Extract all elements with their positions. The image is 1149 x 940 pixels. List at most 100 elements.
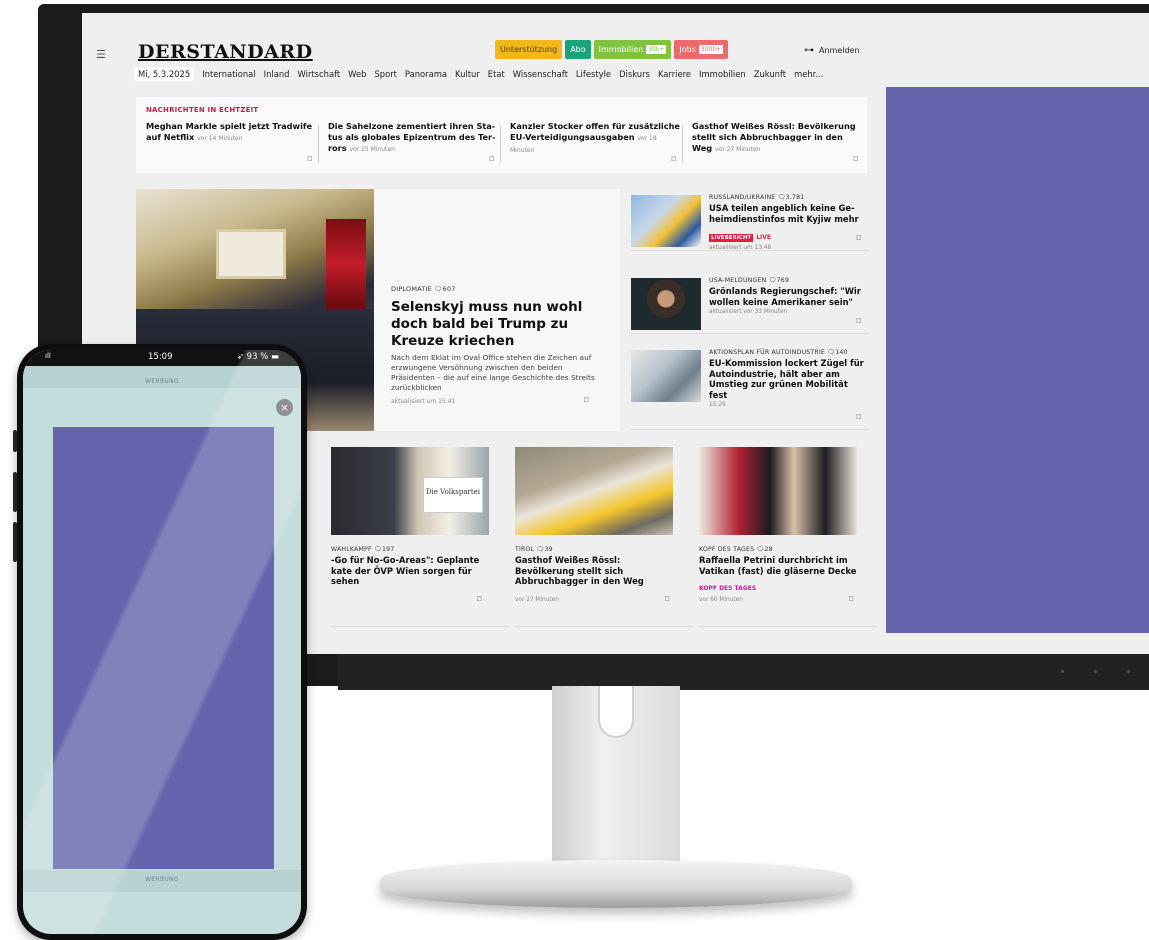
side-headline: EU-Kommission lockert Zügel für Autoindu…	[709, 358, 864, 400]
article-card[interactable]: KOPF DES TAGES 🗨28 Raffaella Petrini dur…	[699, 447, 877, 627]
bookmark-icon[interactable]: ⌑	[853, 155, 858, 165]
pill-label: Jobs	[679, 45, 696, 54]
pill-immobilien[interactable]: Immobilien 30k+	[593, 40, 672, 59]
battery-level: 93 %	[246, 352, 269, 362]
ticker-time: vor 14 Minuten	[197, 135, 243, 142]
pill-unterstuetzung[interactable]: Unterstützung	[495, 40, 563, 59]
phone-ad[interactable]	[53, 427, 274, 869]
hero-kicker: DIPLOMATIE 🗨607	[391, 285, 456, 293]
chevron-down-icon[interactable]: ⌄	[280, 46, 288, 57]
battery-icon: ➶ 93 % ▬	[236, 352, 279, 362]
pill-tag: 3000+	[698, 45, 724, 54]
nav-item[interactable]: Immobilien	[699, 67, 746, 81]
article-card[interactable]: TIROL 🗨39 Gasthof Weißes Rössl: Bevölker…	[515, 447, 693, 627]
nav-item[interactable]: Inland	[264, 67, 290, 81]
nav-item[interactable]: Sport	[374, 67, 396, 81]
card-time: vor 60 Minuten	[699, 597, 743, 603]
nav-date: Mi, 5.3.2025	[134, 67, 195, 81]
nav-item[interactable]: Zukunft	[754, 67, 786, 81]
bookmark-icon[interactable]: ⌑	[584, 396, 589, 406]
side-time: 15:29	[709, 402, 726, 408]
nav-item[interactable]: Etat	[488, 67, 505, 81]
phone-button	[13, 472, 17, 512]
hero-teaser: Nach dem Eklat im Oval Office stehen die…	[391, 353, 595, 392]
side-headline: Grönlands Regierungschef: "Wir wollen ke…	[709, 286, 861, 307]
phone-button	[13, 522, 17, 562]
pill-label: Abo	[570, 45, 586, 54]
live-label: LIVE	[756, 234, 771, 241]
service-pills: Unterstützung Abo Immobilien 30k+ Jobs 300…	[495, 40, 729, 59]
nav-item[interactable]: Wirtschaft	[298, 67, 341, 81]
fireplace-shape	[216, 229, 286, 279]
bookmark-icon[interactable]: ⌑	[671, 155, 676, 165]
pill-label: Immobilien	[598, 45, 644, 54]
login-button[interactable]: ⊶ Anmelden	[804, 45, 860, 56]
bookmark-icon[interactable]: ⌑	[307, 155, 312, 165]
stand-cutout	[598, 686, 634, 738]
bookmark-icon[interactable]: ⌑	[856, 413, 861, 423]
side-time: aktualisiert um 13:48	[709, 245, 772, 251]
divider	[500, 125, 501, 163]
side-thumbnail	[631, 195, 701, 247]
ticker-title: NACHRICHTEN IN ECHTZEIT	[146, 106, 259, 114]
side-article[interactable]: USA-MELDUNGEN 🗨769 Grönlands Regierungsc…	[631, 272, 869, 334]
status-time: 15:09	[148, 352, 173, 362]
bookmark-icon[interactable]: ⌑	[477, 595, 482, 605]
party-sign: Die Volkspartei	[423, 477, 483, 513]
card-image	[699, 447, 857, 535]
ticker-item[interactable]: Die Sahelzone zementiert ihren Sta-tus a…	[328, 121, 498, 167]
hero-article[interactable]: DIPLOMATIE 🗨607 Selenskyj muss nun wohl …	[374, 189, 620, 431]
nav-item[interactable]: Wissenschaft	[513, 67, 568, 81]
bookmark-icon[interactable]: ⌑	[849, 595, 854, 605]
ticker-item[interactable]: Gasthof Weißes Rössl: Bevölkerung stellt…	[692, 121, 862, 167]
main-nav: Mi, 5.3.2025 International Inland Wirtsc…	[134, 67, 823, 81]
nav-item[interactable]: Kultur	[455, 67, 480, 81]
close-icon[interactable]: ×	[276, 399, 293, 416]
ad-banner[interactable]	[886, 87, 1149, 633]
news-ticker: NACHRICHTEN IN ECHTZEIT Meghan Markle sp…	[136, 97, 867, 173]
kopf-des-tages-label: KOPF DES TAGES	[699, 585, 757, 592]
card-time: vor 27 Minuten	[515, 597, 559, 603]
bookmark-icon[interactable]: ⌑	[856, 234, 861, 244]
article-card[interactable]: Die Volkspartei WAHLKAMPF 🗨197 -Go für N…	[331, 447, 509, 627]
menu-icon[interactable]: ☰	[96, 48, 106, 61]
side-time: aktualisiert vor 33 Minuten	[709, 309, 788, 315]
bookmark-icon[interactable]: ⌑	[856, 317, 861, 327]
login-label: Anmelden	[819, 46, 860, 55]
divider	[682, 125, 683, 163]
bookmark-icon[interactable]: ⌑	[665, 595, 670, 605]
nav-item[interactable]: International	[202, 67, 255, 81]
pill-jobs[interactable]: Jobs 3000+	[674, 40, 729, 59]
flag-shape	[326, 219, 366, 309]
bezel-buttons	[1061, 670, 1149, 673]
monitor-bezel	[338, 654, 1149, 690]
nav-item[interactable]: Lifestyle	[576, 67, 611, 81]
nav-item[interactable]: mehr...	[794, 67, 823, 81]
phone-button	[13, 430, 17, 452]
side-thumbnail	[631, 350, 701, 402]
ticker-time: vor 15 Minuten	[349, 146, 395, 153]
ticker-item[interactable]: Meghan Markle spielt jetzt Tradwife auf …	[146, 121, 316, 167]
nav-item[interactable]: Diskurs	[619, 67, 650, 81]
hero-title[interactable]: Selenskyj muss nun wohl doch bald bei Tr…	[391, 299, 606, 350]
phone: ıll 15:09 ➶ 93 % ▬ WERBUNG × WERBUNG	[13, 344, 307, 940]
bookmark-icon[interactable]: ⌑	[489, 155, 494, 165]
card-headline: -Go für No-Go-Areas": Geplante kate der …	[331, 555, 480, 586]
ticker-time: vor 27 Minuten	[715, 146, 761, 153]
side-article[interactable]: AKTIONSPLAN FÜR AUTOINDUSTRIE 🗨140 EU-Ko…	[631, 344, 869, 430]
side-kicker: AKTIONSPLAN FÜR AUTOINDUSTRIE 🗨140	[709, 349, 848, 356]
ticker-item[interactable]: Kanzler Stocker offen für zusätzliche EU…	[510, 121, 680, 167]
pill-tag: 30k+	[646, 45, 667, 54]
card-headline: Gasthof Weißes Rössl: Bevölkerung stellt…	[515, 555, 644, 586]
card-kicker: WAHLKAMPF 🗨197	[331, 546, 395, 553]
side-kicker: RUSSLAND/UKRAINE 🗨3.781	[709, 194, 805, 201]
live-badge: LIVEBERICHT	[709, 234, 754, 242]
nav-item[interactable]: Panorama	[405, 67, 447, 81]
card-headline: Raffaella Petrini durchbricht im Vatikan…	[699, 555, 857, 576]
nav-item[interactable]: Karriere	[658, 67, 691, 81]
pill-abo[interactable]: Abo	[565, 40, 591, 59]
nav-item[interactable]: Web	[348, 67, 366, 81]
monitor-base	[380, 860, 852, 908]
pill-label: Unterstützung	[500, 45, 558, 54]
side-article[interactable]: RUSSLAND/UKRAINE 🗨3.781 USA teilen angeb…	[631, 189, 869, 251]
